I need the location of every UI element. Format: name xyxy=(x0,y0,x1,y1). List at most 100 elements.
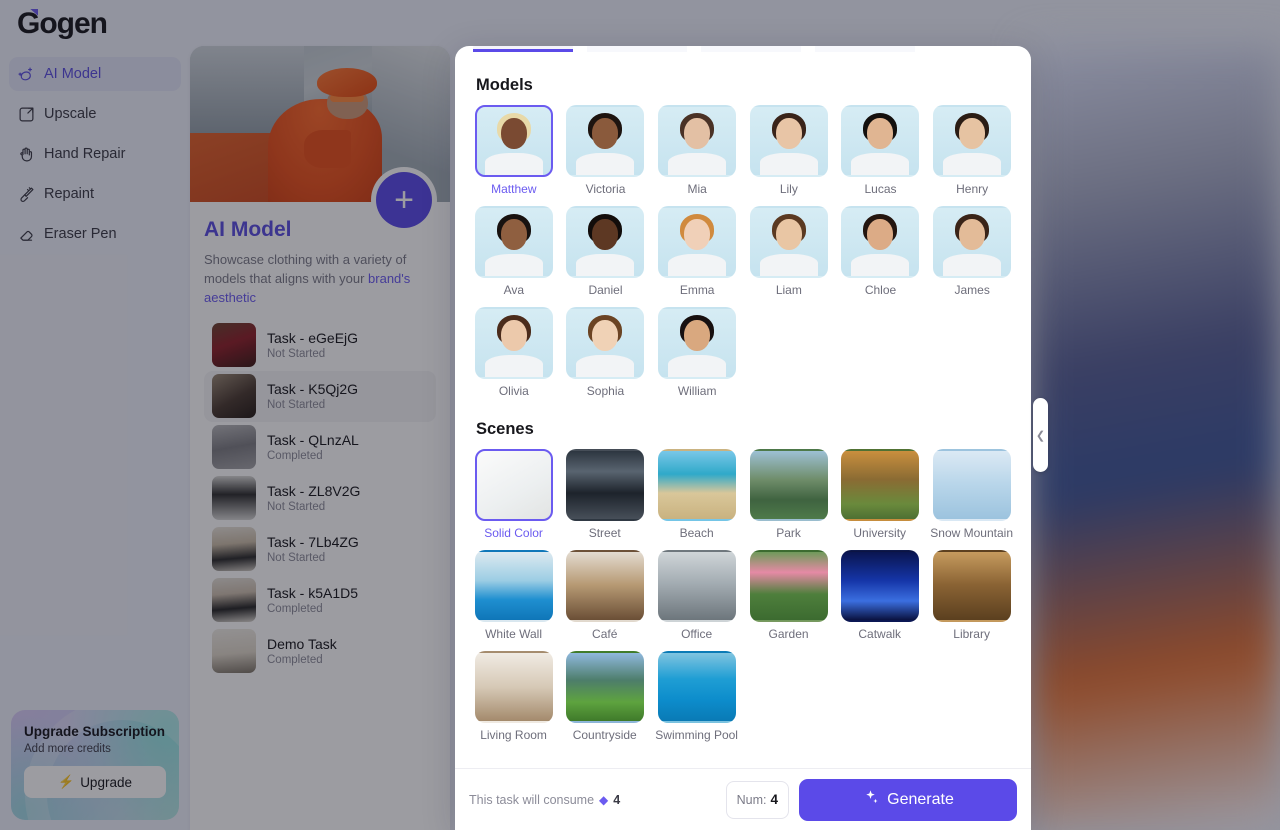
model-thumbnail xyxy=(658,105,736,177)
scene-thumbnail xyxy=(566,651,644,723)
model-scene-picker-modal: Models Matthew Victoria Mia Lily Lucas Henry A… xyxy=(455,46,1031,830)
consume-label: This task will consume xyxy=(469,793,594,807)
scene-thumbnail xyxy=(658,651,736,723)
num-label: Num: xyxy=(737,793,767,807)
tab-stub[interactable] xyxy=(473,46,573,52)
scene-label: Countryside xyxy=(564,728,645,742)
model-option[interactable]: Emma xyxy=(656,206,738,297)
scene-thumbnail xyxy=(658,449,736,521)
scene-thumbnail xyxy=(566,449,644,521)
num-selector[interactable]: Num: 4 xyxy=(726,781,789,819)
consume-count: 4 xyxy=(613,793,620,807)
scene-thumbnail xyxy=(841,550,919,622)
model-thumbnail xyxy=(566,206,644,278)
model-thumbnail xyxy=(658,206,736,278)
model-thumbnail xyxy=(475,206,553,278)
scene-thumbnail xyxy=(566,550,644,622)
scene-option[interactable]: Swimming Pool xyxy=(655,651,738,742)
scene-thumbnail xyxy=(750,449,828,521)
background-preview-image xyxy=(1030,46,1280,830)
model-thumbnail xyxy=(658,307,736,379)
scene-option[interactable]: Garden xyxy=(748,550,829,641)
models-heading: Models xyxy=(476,76,1013,95)
scene-option[interactable]: Street xyxy=(564,449,645,540)
scene-option[interactable]: Solid Color xyxy=(473,449,554,540)
model-label: Daniel xyxy=(565,283,647,297)
model-option[interactable]: Sophia xyxy=(565,307,647,398)
scene-thumbnail xyxy=(475,550,553,622)
scenes-grid[interactable]: Solid Color Street Beach Park University Snow… xyxy=(473,449,1013,742)
generate-button[interactable]: Generate xyxy=(799,779,1017,821)
num-value: 4 xyxy=(770,792,778,807)
models-grid[interactable]: Matthew Victoria Mia Lily Lucas Henry Ava Danie… xyxy=(473,105,1013,398)
model-label: William xyxy=(656,384,738,398)
scene-option[interactable]: Countryside xyxy=(564,651,645,742)
scene-label: Solid Color xyxy=(473,526,554,540)
modal-footer: This task will consume ◆ 4 Num: 4 Genera… xyxy=(455,768,1031,830)
scene-thumbnail xyxy=(933,449,1011,521)
scene-option[interactable]: Living Room xyxy=(473,651,554,742)
model-option[interactable]: William xyxy=(656,307,738,398)
scene-label: University xyxy=(839,526,920,540)
scene-label: Catwalk xyxy=(839,627,920,641)
model-thumbnail xyxy=(933,206,1011,278)
tab-stub[interactable] xyxy=(701,46,801,52)
scene-label: Street xyxy=(564,526,645,540)
model-label: James xyxy=(931,283,1013,297)
scene-option[interactable]: Café xyxy=(564,550,645,641)
model-label: Mia xyxy=(656,182,738,196)
scene-option[interactable]: Catwalk xyxy=(839,550,920,641)
scene-label: Beach xyxy=(655,526,738,540)
scene-option[interactable]: White Wall xyxy=(473,550,554,641)
model-thumbnail xyxy=(841,206,919,278)
scene-option[interactable]: Beach xyxy=(655,449,738,540)
model-label: Chloe xyxy=(840,283,922,297)
model-label: Sophia xyxy=(565,384,647,398)
model-label: Matthew xyxy=(473,182,555,196)
scene-option[interactable]: University xyxy=(839,449,920,540)
tab-stub[interactable] xyxy=(815,46,915,52)
model-option[interactable]: Ava xyxy=(473,206,555,297)
model-option[interactable]: Victoria xyxy=(565,105,647,196)
panel-collapse-handle[interactable]: ❮ xyxy=(1033,398,1048,472)
model-option[interactable]: Liam xyxy=(748,206,830,297)
chevron-left-icon: ❮ xyxy=(1036,429,1045,442)
model-option[interactable]: Matthew xyxy=(473,105,555,196)
model-option[interactable]: Lucas xyxy=(840,105,922,196)
model-label: Henry xyxy=(931,182,1013,196)
model-label: Lily xyxy=(748,182,830,196)
modal-tabs[interactable] xyxy=(455,46,1031,52)
model-thumbnail xyxy=(566,105,644,177)
model-option[interactable]: Lily xyxy=(748,105,830,196)
scene-label: Swimming Pool xyxy=(655,728,738,742)
scenes-heading: Scenes xyxy=(476,420,1013,439)
model-label: Lucas xyxy=(840,182,922,196)
scene-option[interactable]: Office xyxy=(655,550,738,641)
scene-label: Park xyxy=(748,526,829,540)
tab-stub[interactable] xyxy=(587,46,687,52)
scene-label: Café xyxy=(564,627,645,641)
scene-option[interactable]: Snow Mountain xyxy=(930,449,1013,540)
scene-thumbnail xyxy=(841,449,919,521)
model-option[interactable]: James xyxy=(931,206,1013,297)
scene-option[interactable]: Library xyxy=(930,550,1013,641)
model-option[interactable]: Daniel xyxy=(565,206,647,297)
model-label: Liam xyxy=(748,283,830,297)
model-thumbnail xyxy=(566,307,644,379)
scene-label: Garden xyxy=(748,627,829,641)
model-option[interactable]: Olivia xyxy=(473,307,555,398)
model-thumbnail xyxy=(841,105,919,177)
scene-thumbnail xyxy=(475,651,553,723)
scene-thumbnail xyxy=(658,550,736,622)
model-label: Olivia xyxy=(473,384,555,398)
credit-consumption-info: This task will consume ◆ 4 xyxy=(469,793,620,807)
model-thumbnail xyxy=(750,105,828,177)
model-option[interactable]: Chloe xyxy=(840,206,922,297)
modal-scroll-area[interactable]: Models Matthew Victoria Mia Lily Lucas Henry A… xyxy=(455,54,1031,768)
model-thumbnail xyxy=(750,206,828,278)
gem-icon: ◆ xyxy=(599,793,608,807)
model-option[interactable]: Henry xyxy=(931,105,1013,196)
model-option[interactable]: Mia xyxy=(656,105,738,196)
scene-option[interactable]: Park xyxy=(748,449,829,540)
app-root: Gogen AI Model Upscale Hand Repair xyxy=(0,0,1280,830)
